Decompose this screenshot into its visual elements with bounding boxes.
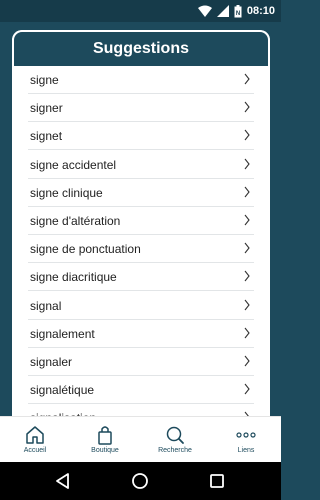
bottom-nav: Accueil Boutique Recherche Liens <box>0 416 281 462</box>
list-item-label: signe accidentel <box>30 157 117 172</box>
battery-icon: N <box>234 4 242 17</box>
nav-item-recherche[interactable]: Recherche <box>140 417 210 463</box>
list-item[interactable]: signal <box>28 292 254 320</box>
shopping-bag-icon <box>98 426 112 445</box>
list-item-label: signe de ponctuation <box>30 242 141 257</box>
nav-label: Recherche <box>158 447 192 454</box>
list-item-label: signalement <box>30 326 95 341</box>
chevron-right-icon <box>244 271 250 282</box>
list-item[interactable]: signer <box>28 94 254 123</box>
chevron-right-icon <box>244 355 250 367</box>
chevron-right-icon <box>244 299 250 310</box>
list-item[interactable]: signe <box>28 66 254 94</box>
chevron-right-icon <box>244 186 250 198</box>
list-item-label: signe d'altération <box>30 214 121 228</box>
nav-item-boutique[interactable]: Boutique <box>70 417 140 463</box>
home-circle-icon[interactable] <box>131 472 149 490</box>
chevron-right-icon <box>244 130 250 141</box>
chevron-right-icon <box>244 327 250 339</box>
home-icon <box>26 426 44 444</box>
nav-item-accueil[interactable]: Accueil <box>0 417 70 463</box>
list-item-label: signe clinique <box>30 185 103 200</box>
list-item[interactable]: signalement <box>28 320 254 348</box>
system-nav-bar <box>0 462 281 500</box>
chevron-right-icon <box>244 242 250 254</box>
list-item[interactable]: signe diacritique <box>28 263 254 292</box>
list-item-label: signet <box>30 129 63 144</box>
chevron-right-icon <box>244 101 250 113</box>
chevron-right-icon <box>244 383 250 395</box>
suggestion-list[interactable]: signe signer signet signe accidentel signe c… <box>12 66 270 416</box>
list-item-label: signe <box>30 73 59 87</box>
list-item[interactable]: signet <box>28 122 254 151</box>
list-item[interactable]: signe de ponctuation <box>28 235 254 264</box>
list-item[interactable]: signe d'altération <box>28 207 254 235</box>
list-item[interactable]: signalétique <box>28 376 254 405</box>
recents-icon[interactable] <box>208 472 226 490</box>
page-title: Suggestions <box>92 40 189 57</box>
panel-header: Suggestions <box>12 30 270 66</box>
status-time: 08:10 <box>246 5 275 17</box>
more-icon <box>236 432 256 438</box>
nav-label: Liens <box>237 447 255 454</box>
svg-text:N: N <box>236 11 240 17</box>
list-item-label: signaler <box>30 355 73 369</box>
back-icon[interactable] <box>54 472 72 490</box>
nav-label: Boutique <box>91 447 119 454</box>
list-item-label: signer <box>30 101 63 116</box>
list-item-label: signalétique <box>30 383 95 398</box>
status-icons: N 08:10 <box>197 3 275 19</box>
list-item[interactable]: signe clinique <box>28 179 254 207</box>
chevron-right-icon <box>244 73 250 85</box>
list-item[interactable]: signe accidentel <box>28 151 254 179</box>
list-item-label: signal <box>30 298 62 313</box>
chevron-right-icon <box>244 158 250 169</box>
nav-label: Accueil <box>23 447 47 454</box>
search-icon <box>166 426 184 444</box>
status-bar: N 08:10 <box>0 0 281 22</box>
chevron-right-icon <box>244 214 250 226</box>
list-item-label: signe diacritique <box>30 270 117 285</box>
nav-item-liens[interactable]: Liens <box>211 417 281 463</box>
suggestions-panel: Suggestions signe signer signet signe accid… <box>12 30 270 416</box>
wifi-icon <box>197 5 212 17</box>
list-item[interactable]: signalisation <box>28 404 254 416</box>
list-item[interactable]: signaler <box>28 348 254 376</box>
signal-icon <box>216 5 229 17</box>
